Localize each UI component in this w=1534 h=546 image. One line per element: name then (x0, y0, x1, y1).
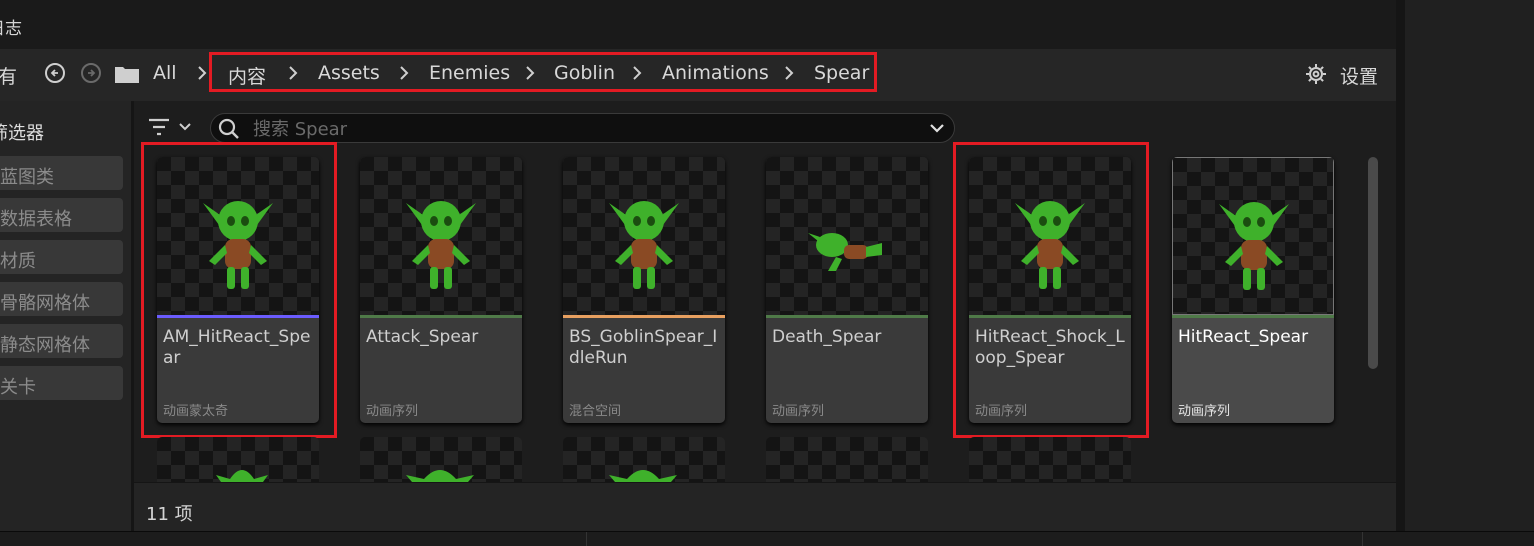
filter-item-material[interactable]: 材质 (0, 240, 123, 274)
asset-thumbnail (1172, 157, 1334, 315)
search-icon (218, 118, 239, 139)
filter-item-static-mesh[interactable]: 静态网格体 (0, 324, 123, 358)
breadcrumb-item-enemies[interactable]: Enemies (429, 62, 510, 84)
asset-type: 动画序列 (772, 404, 825, 419)
filter-item-datatable[interactable]: 数据表格 (0, 198, 123, 232)
breadcrumb-item-animations[interactable]: Animations (662, 62, 769, 84)
divider (586, 532, 587, 546)
highlight-box (953, 142, 1149, 438)
asset-tile-partial[interactable] (969, 437, 1131, 482)
gear-icon[interactable] (1304, 62, 1328, 86)
highlight-box (141, 142, 337, 438)
divider (1362, 532, 1363, 546)
right-side-panel (1405, 0, 1534, 531)
goblin-thumbnail-icon (396, 181, 486, 305)
chevron-right-icon (526, 66, 535, 80)
add-button-label[interactable]: 有 (0, 62, 17, 89)
vertical-scrollbar[interactable] (1368, 157, 1378, 369)
filter-header: 筛选器 (0, 123, 44, 144)
chevron-right-icon (289, 66, 298, 80)
content-browser-toolbar: 有 All 内容 Assets Enemies Goblin Animation… (0, 49, 1396, 102)
asset-thumbnail (766, 157, 928, 315)
search-box[interactable] (210, 113, 955, 143)
forward-arrow-icon[interactable] (81, 63, 101, 83)
filter-icon[interactable] (148, 118, 170, 136)
filter-sidebar: 筛选器 蓝图类 数据表格 材质 骨骼网格体 静态网格体 关卡 (0, 101, 131, 531)
filter-item-level[interactable]: 关卡 (0, 366, 123, 400)
all-button[interactable]: All (153, 62, 177, 84)
asset-type: 动画序列 (1178, 404, 1231, 419)
status-bar: 11 项 (134, 482, 1396, 532)
asset-tile[interactable]: Death_Spear 动画序列 (766, 157, 928, 423)
goblin-thumbnail-icon (216, 470, 268, 482)
folder-icon (115, 67, 139, 83)
asset-tile[interactable]: HitReact_Spear 动画序列 (1172, 157, 1334, 423)
asset-view: AM_HitReact_Spear动画蒙太奇Attack_Spear动画序列BS… (134, 101, 1396, 532)
filter-item-skeletal-mesh[interactable]: 骨骼网格体 (0, 282, 123, 316)
asset-name: HitReact_Spear (1178, 327, 1309, 347)
window-title: 日志 (0, 19, 22, 39)
item-count: 11 项 (146, 504, 193, 525)
asset-type: 动画序列 (366, 404, 419, 419)
breadcrumb-item-spear[interactable]: Spear (814, 62, 869, 84)
title-bar: 日志 (0, 0, 1396, 50)
asset-tile[interactable]: BS_GoblinSpear_IdleRun 混合空间 (563, 157, 725, 423)
chevron-right-icon (633, 66, 642, 80)
asset-type-color-bar (360, 315, 522, 318)
asset-name: Death_Spear (772, 327, 882, 347)
chevron-right-icon (400, 66, 409, 80)
breadcrumb-item-content[interactable]: 内容 (228, 62, 266, 89)
goblin-thumbnail-icon (406, 470, 474, 482)
settings-button[interactable]: 设置 (1340, 62, 1378, 89)
goblin-thumbnail-icon (609, 470, 677, 482)
chevron-right-icon (785, 66, 794, 80)
back-arrow-icon[interactable] (45, 63, 65, 83)
breadcrumb-item-goblin[interactable]: Goblin (554, 62, 615, 84)
asset-thumbnail (563, 157, 725, 315)
asset-name: BS_GoblinSpear_IdleRun (569, 327, 718, 368)
asset-tile-partial[interactable] (563, 437, 725, 482)
goblin-thumbnail-icon (806, 225, 886, 279)
asset-tile[interactable]: Attack_Spear 动画序列 (360, 157, 522, 423)
search-input[interactable] (251, 117, 905, 141)
goblin-thumbnail-icon (599, 181, 689, 305)
bottom-strip (0, 531, 1534, 546)
filter-item-blueprint[interactable]: 蓝图类 (0, 156, 123, 190)
asset-thumbnail (360, 157, 522, 315)
breadcrumb-highlight (209, 52, 877, 92)
asset-type-color-bar (1172, 315, 1334, 318)
asset-type: 混合空间 (569, 404, 622, 419)
breadcrumb-item-assets[interactable]: Assets (318, 62, 380, 84)
asset-type-color-bar (563, 315, 725, 318)
chevron-down-icon[interactable] (178, 122, 192, 132)
asset-tile-partial[interactable] (360, 437, 522, 482)
goblin-thumbnail-icon (1209, 182, 1299, 306)
asset-tile-partial[interactable] (157, 437, 319, 482)
asset-tile-partial[interactable] (766, 437, 928, 482)
asset-type-color-bar (766, 315, 928, 318)
chevron-right-icon (198, 66, 207, 80)
chevron-down-icon[interactable] (929, 123, 945, 135)
asset-name: Attack_Spear (366, 327, 479, 347)
